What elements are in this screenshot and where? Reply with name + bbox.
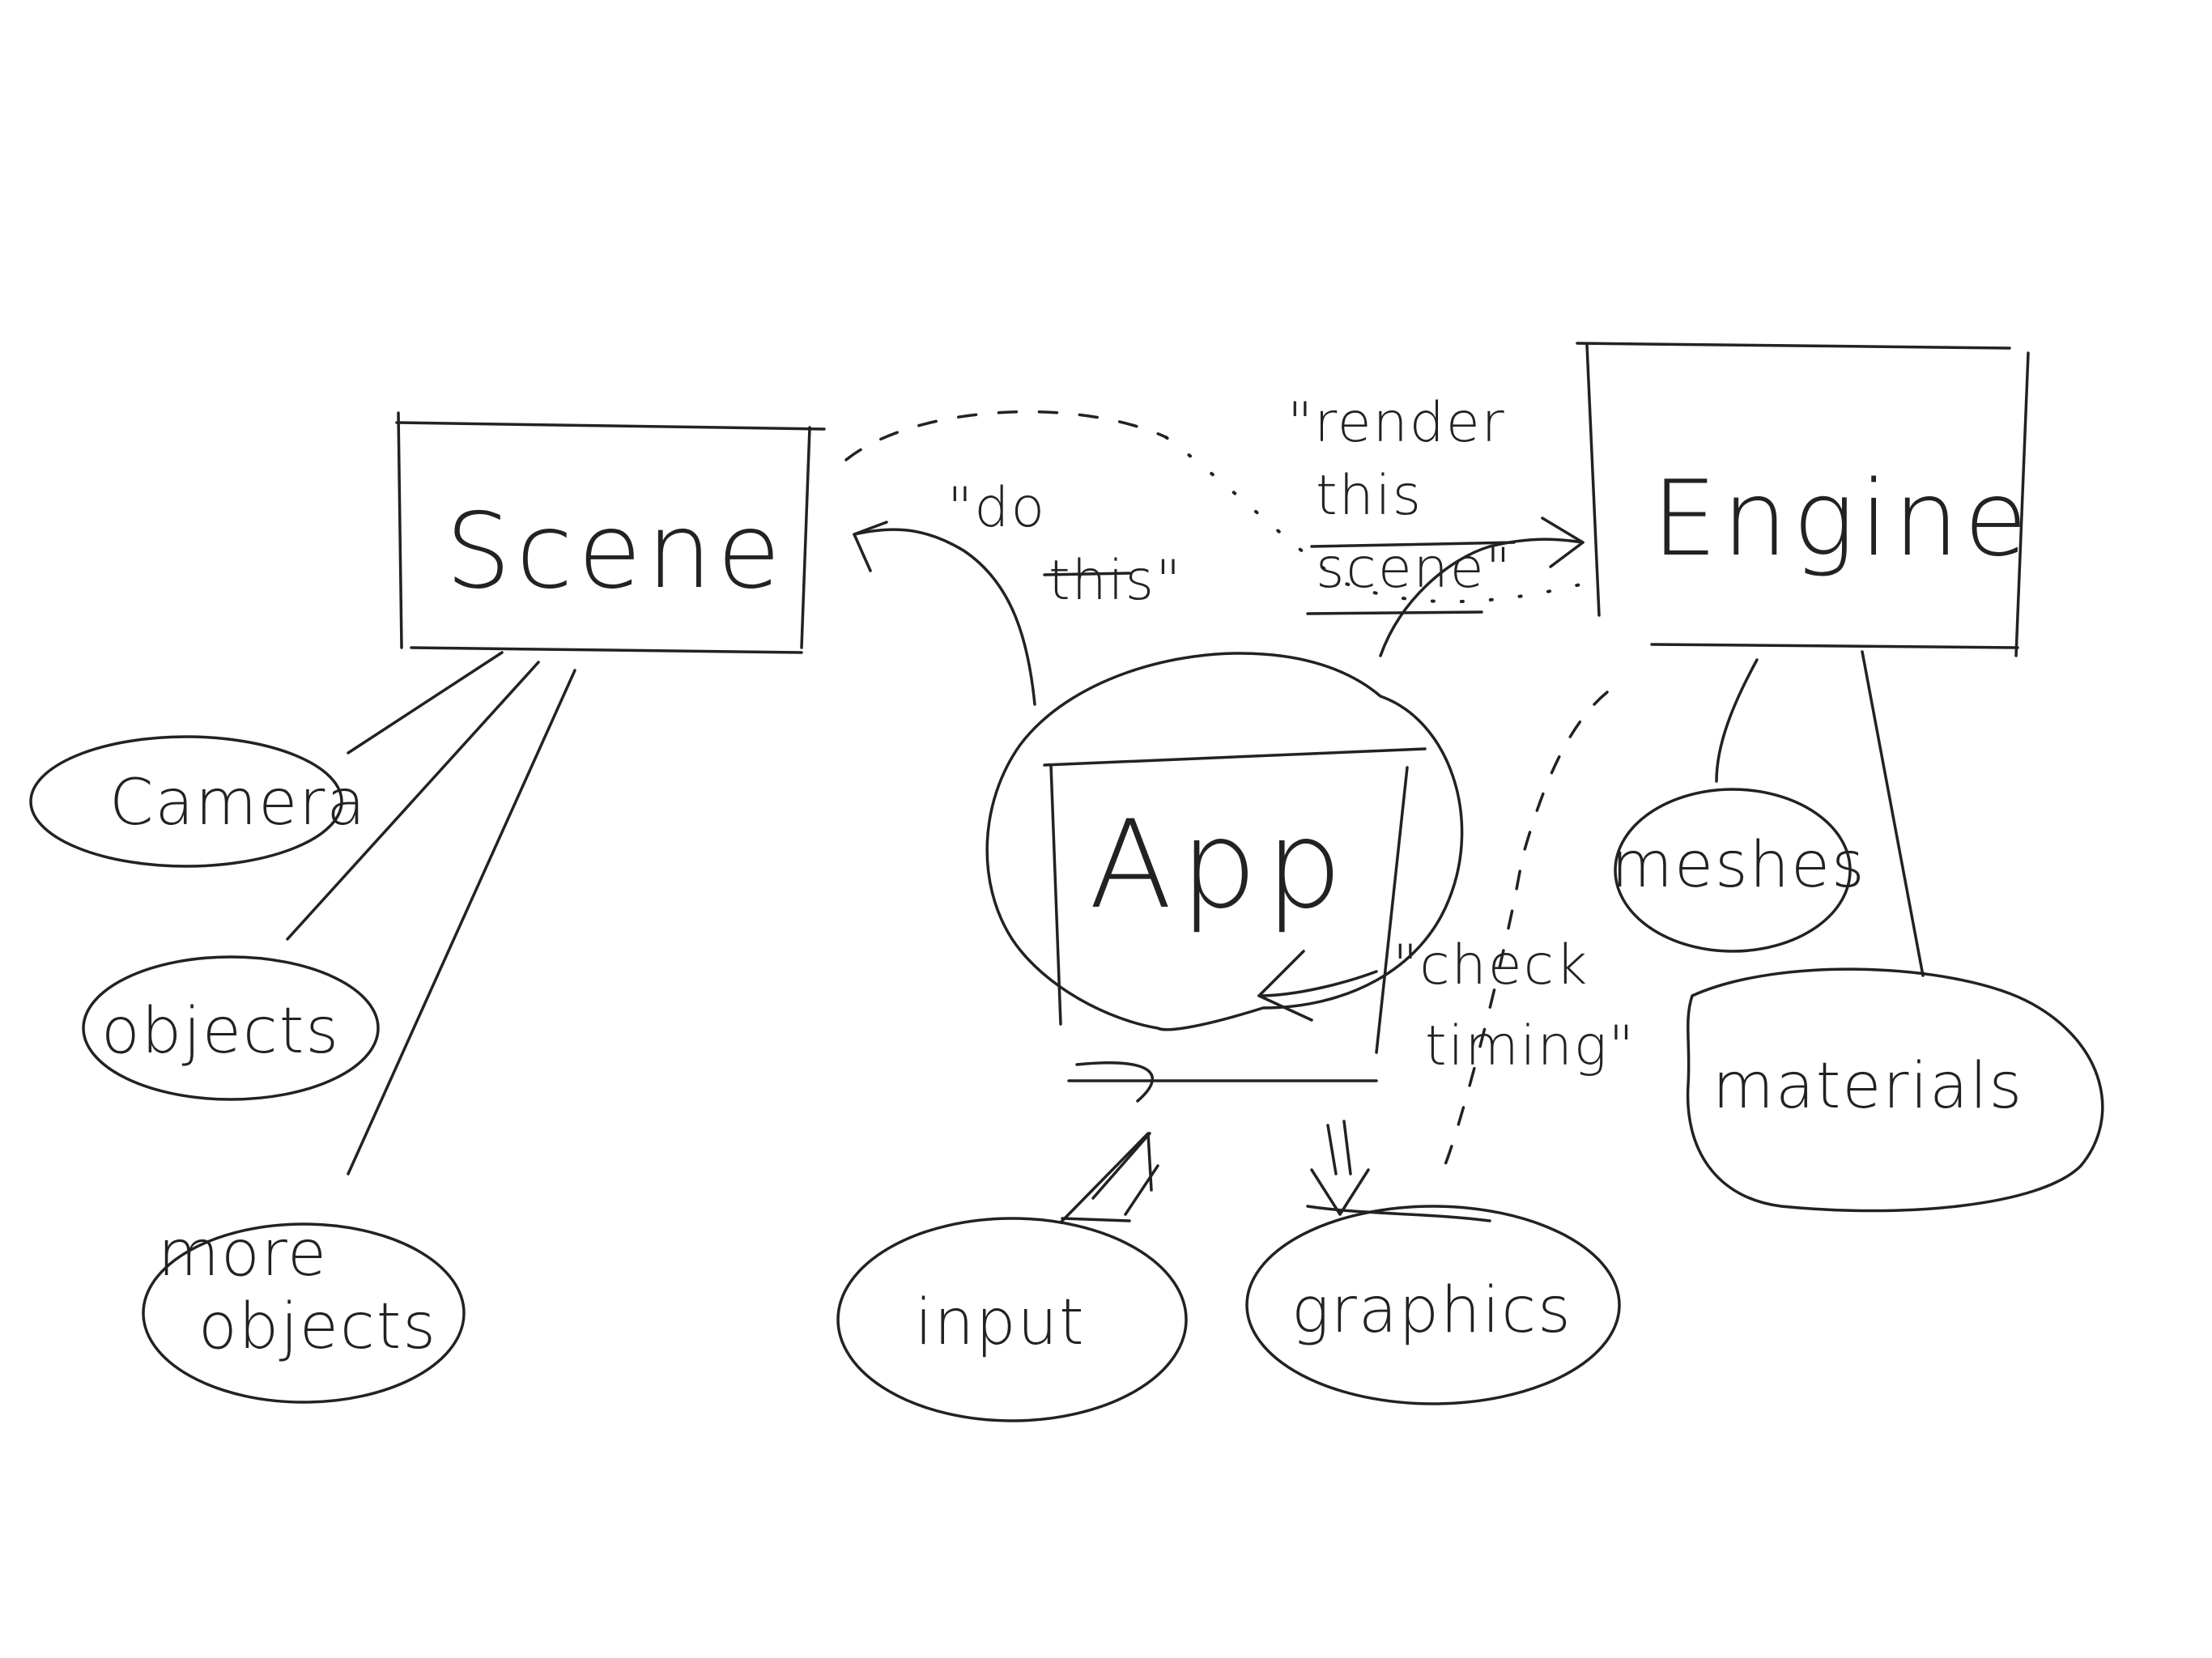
scene-node: Scene	[395, 411, 826, 654]
check-timing-note: "check timing"	[1393, 933, 1636, 1078]
app-node: App	[985, 652, 1464, 1082]
check-line1: "check	[1393, 933, 1589, 997]
objects-label: objects	[101, 995, 340, 1068]
engine-label: Engine	[1652, 459, 2032, 580]
meshes-label: meshes	[1611, 829, 1866, 902]
do-this-line2: this"	[1049, 549, 1182, 613]
more-objects-bubble: more objects	[142, 1218, 466, 1404]
scene-engine-dashed-arc	[844, 410, 1168, 461]
scene-camera-link	[347, 651, 504, 755]
more-objects-label-line1: more	[158, 1218, 328, 1290]
app-to-graphics-arrow	[1306, 1120, 1491, 1222]
render-line1: "render	[1287, 391, 1506, 455]
do-this-note: "do this"	[947, 476, 1182, 613]
render-line2: this	[1316, 464, 1423, 528]
camera-bubble: Camera	[29, 735, 367, 868]
input-label: input	[915, 1286, 1086, 1359]
meshes-bubble: meshes	[1611, 788, 1866, 953]
input-to-app-arrow	[1059, 1061, 1159, 1224]
do-this-line1: "do	[947, 476, 1046, 540]
app-to-scene-arrow	[853, 521, 1036, 706]
engine-materials-link	[1861, 650, 1925, 977]
check-line2: timing"	[1425, 1014, 1636, 1078]
more-objects-label-line2: objects	[198, 1290, 437, 1363]
scene-label: Scene	[445, 491, 785, 612]
materials-label: materials	[1712, 1050, 2023, 1123]
graphics-bubble: graphics	[1245, 1205, 1621, 1405]
app-label: App	[1089, 795, 1351, 936]
render-this-scene-note: "render this scene"	[1287, 391, 1516, 615]
engine-node: Engine	[1576, 342, 2032, 657]
engine-meshes-link	[1715, 658, 1759, 783]
materials-bubble: materials	[1686, 967, 2104, 1213]
objects-bubble: objects	[82, 955, 380, 1101]
camera-label: Camera	[109, 767, 367, 840]
diagram-canvas: Scene Engine App Camera objects more obj…	[29, 342, 2104, 1422]
input-bubble: input	[836, 1217, 1188, 1422]
graphics-label: graphics	[1291, 1274, 1572, 1347]
